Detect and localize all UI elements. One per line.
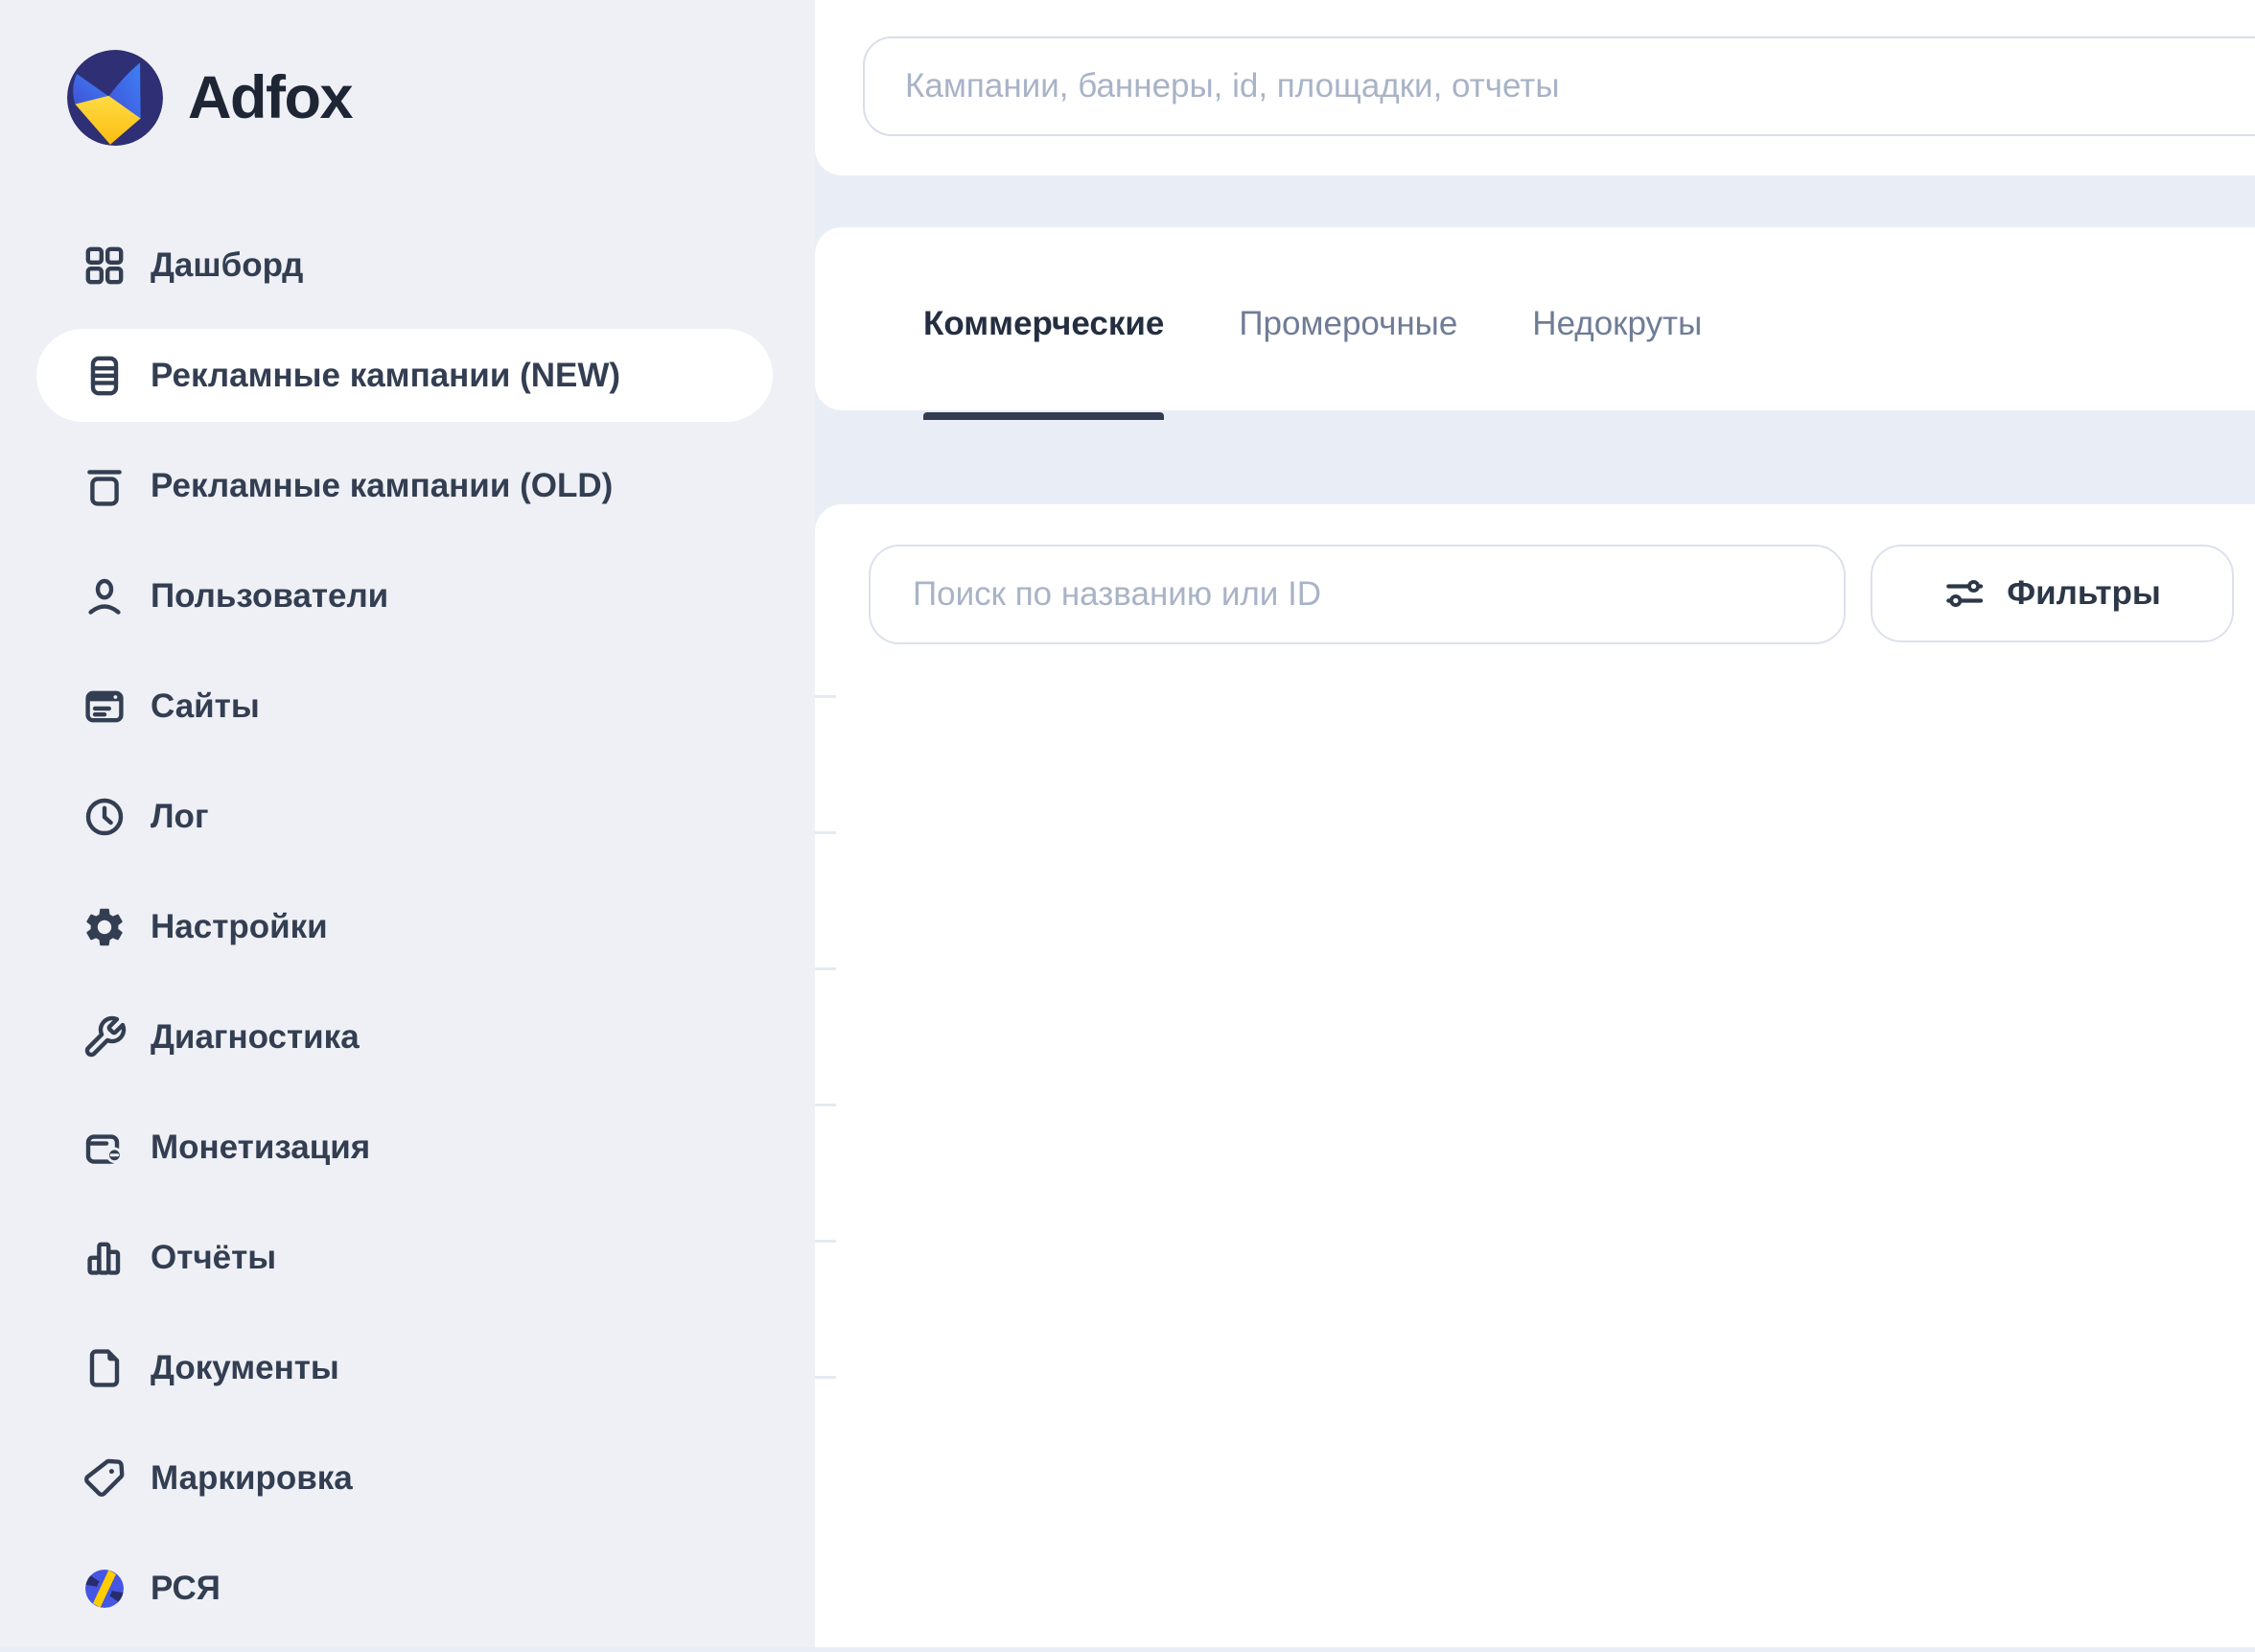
sidebar-item-label: Дашборд — [151, 246, 303, 285]
sidebar-item-label: Рекламные кампании (NEW) — [151, 357, 620, 395]
tab-test[interactable]: Промерочные — [1239, 237, 1457, 410]
sidebar-item-rsya[interactable]: РСЯ — [36, 1542, 773, 1635]
global-search-input[interactable] — [863, 36, 2255, 136]
brand-logo[interactable]: Adfox — [67, 50, 352, 146]
dashboard-grid-icon — [81, 243, 128, 289]
browser-window-icon — [81, 684, 128, 730]
sidebar-item-label: Диагностика — [151, 1018, 360, 1057]
tab-commercial[interactable]: Коммерческие — [923, 237, 1164, 410]
sidebar-item-settings[interactable]: Настройки — [36, 880, 773, 973]
tabs-bar: Коммерческие Промерочные Недокруты — [815, 227, 2255, 410]
content-panel: Фильтры — [815, 504, 2255, 1647]
document-icon — [81, 1345, 128, 1391]
tab-underdelivery[interactable]: Недокруты — [1532, 237, 1702, 410]
row-separator — [815, 967, 836, 970]
archive-box-icon — [81, 463, 128, 509]
tab-label: Коммерческие — [923, 305, 1164, 343]
rsya-logo-icon — [81, 1566, 128, 1612]
sidebar-item-label: Отчёты — [151, 1239, 276, 1277]
sidebar-item-reports[interactable]: Отчёты — [36, 1211, 773, 1304]
row-separator — [815, 1240, 836, 1243]
gear-icon — [81, 904, 128, 950]
main-region: Коммерческие Промерочные Недокруты — [815, 0, 2255, 1647]
sidebar-item-monetization[interactable]: Монетизация — [36, 1101, 773, 1194]
campaign-search-input[interactable] — [869, 545, 1846, 644]
tab-label: Промерочные — [1239, 305, 1457, 343]
sidebar-item-label: Рекламные кампании (OLD) — [151, 467, 613, 505]
clock-icon — [81, 794, 128, 840]
topbar — [815, 0, 2255, 175]
row-separator — [815, 1104, 836, 1106]
sidebar-item-label: Документы — [151, 1349, 339, 1387]
campaigns-stack-icon — [81, 353, 128, 399]
sidebar-item-label: Маркировка — [151, 1459, 353, 1498]
sidebar-item-users[interactable]: Пользователи — [36, 549, 773, 642]
tag-icon — [81, 1455, 128, 1501]
adfox-app: Adfox Дашборд — [0, 0, 2255, 1647]
active-tab-underline — [923, 412, 1164, 420]
wallet-icon — [81, 1125, 128, 1171]
filters-button[interactable]: Фильтры — [1871, 545, 2234, 642]
sidebar-item-label: Настройки — [151, 908, 328, 946]
sidebar-item-documents[interactable]: Документы — [36, 1321, 773, 1414]
sidebar-item-dashboard[interactable]: Дашборд — [36, 219, 773, 312]
row-separator — [815, 831, 836, 834]
sidebar-item-diagnostics[interactable]: Диагностика — [36, 990, 773, 1083]
filters-button-label: Фильтры — [2007, 574, 2160, 613]
sidebar-item-sites[interactable]: Сайты — [36, 660, 773, 753]
row-separator — [815, 1376, 836, 1379]
sidebar-item-campaigns-new[interactable]: Рекламные кампании (NEW) — [36, 329, 773, 422]
sidebar-item-label: Лог — [151, 798, 209, 836]
wrench-icon — [81, 1014, 128, 1060]
adfox-logo-icon — [67, 50, 163, 146]
sidebar: Adfox Дашборд — [0, 0, 815, 1647]
sidebar-nav: Дашборд Рекламные кампании (NEW) — [0, 219, 815, 1652]
user-icon — [81, 573, 128, 619]
row-separator — [815, 695, 836, 698]
tab-label: Недокруты — [1532, 305, 1702, 343]
sliders-icon — [1943, 572, 1986, 615]
sidebar-item-label: Монетизация — [151, 1128, 370, 1167]
bar-chart-icon — [81, 1235, 128, 1281]
sidebar-item-marking[interactable]: Маркировка — [36, 1431, 773, 1524]
sidebar-item-label: Сайты — [151, 687, 260, 726]
sidebar-item-campaigns-old[interactable]: Рекламные кампании (OLD) — [36, 439, 773, 532]
sidebar-item-log[interactable]: Лог — [36, 770, 773, 863]
sidebar-item-label: РСЯ — [151, 1570, 221, 1608]
sidebar-item-label: Пользователи — [151, 577, 388, 616]
brand-name: Adfox — [188, 63, 352, 132]
